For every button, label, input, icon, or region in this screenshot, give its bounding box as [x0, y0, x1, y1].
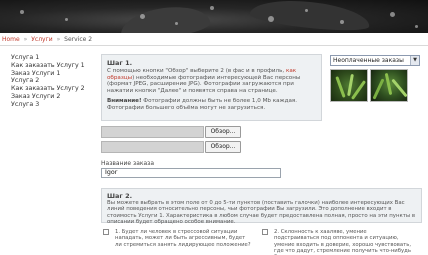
thumbnail-detail	[372, 78, 385, 100]
breadcrumb-services-link[interactable]: Услуги	[31, 36, 52, 43]
thumbnail-detail	[350, 80, 367, 100]
step-2-panel: Шаг 2. Вы можете выбрать в этом поле от …	[101, 188, 422, 226]
step-2-title: Шаг 2.	[107, 192, 133, 200]
banner-leaf	[118, 1, 212, 33]
banner-drop	[390, 12, 395, 17]
banner-drop	[20, 10, 24, 14]
banner-drop	[340, 20, 344, 24]
thumbnail-detail	[391, 78, 407, 98]
banner-drop	[175, 22, 178, 25]
sidebar-item-how-to-order-1[interactable]: Как заказать Услугу 1	[11, 62, 91, 70]
breadcrumb-divider	[0, 45, 428, 46]
unpaid-orders-value: Неоплаченные заказы	[333, 57, 404, 64]
file-path-field[interactable]	[101, 141, 204, 153]
breadcrumb: Home » Услуги » Service 2	[2, 35, 92, 44]
thumbnail-detail	[347, 73, 354, 97]
sidebar-nav: Услуга 1 Как заказать Услугу 1 Заказ Усл…	[11, 54, 91, 109]
behavior-checkbox[interactable]	[262, 229, 268, 235]
thumbnail-detail	[335, 76, 346, 98]
step-1-text: С помощью кнопки "Обзор" выберите 2 (в ф…	[107, 68, 286, 74]
breadcrumb-current: Service 2	[64, 36, 93, 43]
sidebar-item-service-1[interactable]: Услуга 1	[11, 54, 91, 62]
order-name-input[interactable]: Igor	[101, 168, 281, 178]
banner-drop	[415, 25, 418, 28]
unpaid-orders-select[interactable]: Неоплаченные заказы ▼	[330, 55, 420, 66]
breadcrumb-separator: »	[23, 36, 28, 43]
sidebar-item-service-2[interactable]: Услуга 2	[11, 77, 91, 85]
behavior-option-text: 2. Склонность к хааляве, умение подстраи…	[274, 229, 412, 255]
behavior-checkbox[interactable]	[103, 229, 109, 235]
file-path-field[interactable]	[101, 126, 204, 138]
thumbnail-detail	[384, 72, 393, 96]
step-2-instructions: Вы можете выбрать в этом поле от 0 до 5-…	[107, 200, 416, 226]
banner-drop	[65, 18, 68, 21]
sample-photo-thumbnail[interactable]	[370, 69, 408, 102]
warning-label: Внимание!	[107, 97, 142, 104]
step-1-warning: Внимание! Фотографии должны быть не боле…	[107, 98, 316, 111]
step-1-panel: Шаг 1. С помощью кнопки "Обзор" выберите…	[101, 54, 322, 121]
step-1-text: ) необходимые фотографии интересующей Ва…	[107, 74, 301, 95]
banner-drop	[305, 9, 308, 12]
sidebar-item-order-service-1[interactable]: Заказ Услуги 1	[11, 70, 91, 78]
sidebar-item-service-3[interactable]: Услуга 3	[11, 101, 91, 109]
step-1-instructions: С помощью кнопки "Обзор" выберите 2 (в ф…	[107, 68, 316, 95]
behavior-option-text: 1. Будет ли человек в стрессовой ситуаци…	[115, 229, 251, 248]
chevron-down-icon[interactable]: ▼	[410, 56, 419, 65]
sidebar-item-how-to-order-2[interactable]: Как заказать Услугу 2	[11, 85, 91, 93]
banner-drop	[140, 14, 145, 19]
sidebar-item-order-service-2[interactable]: Заказ Услуги 2	[11, 93, 91, 101]
breadcrumb-separator: »	[56, 36, 61, 43]
browse-button[interactable]: Обзор...	[205, 126, 241, 138]
photo-upload-row: Обзор...	[101, 126, 281, 138]
step-1-title: Шаг 1.	[107, 59, 133, 67]
banner-drop	[210, 6, 214, 10]
sample-photo-thumbnail[interactable]	[330, 69, 368, 102]
banner-drop	[268, 16, 274, 22]
breadcrumb-home-link[interactable]: Home	[2, 36, 20, 43]
photo-upload-row: Обзор...	[101, 141, 281, 153]
browse-button[interactable]: Обзор...	[205, 141, 241, 153]
header-banner	[0, 0, 428, 33]
order-name-label: Название заказа	[101, 160, 155, 167]
banner-leaf	[248, 0, 372, 33]
